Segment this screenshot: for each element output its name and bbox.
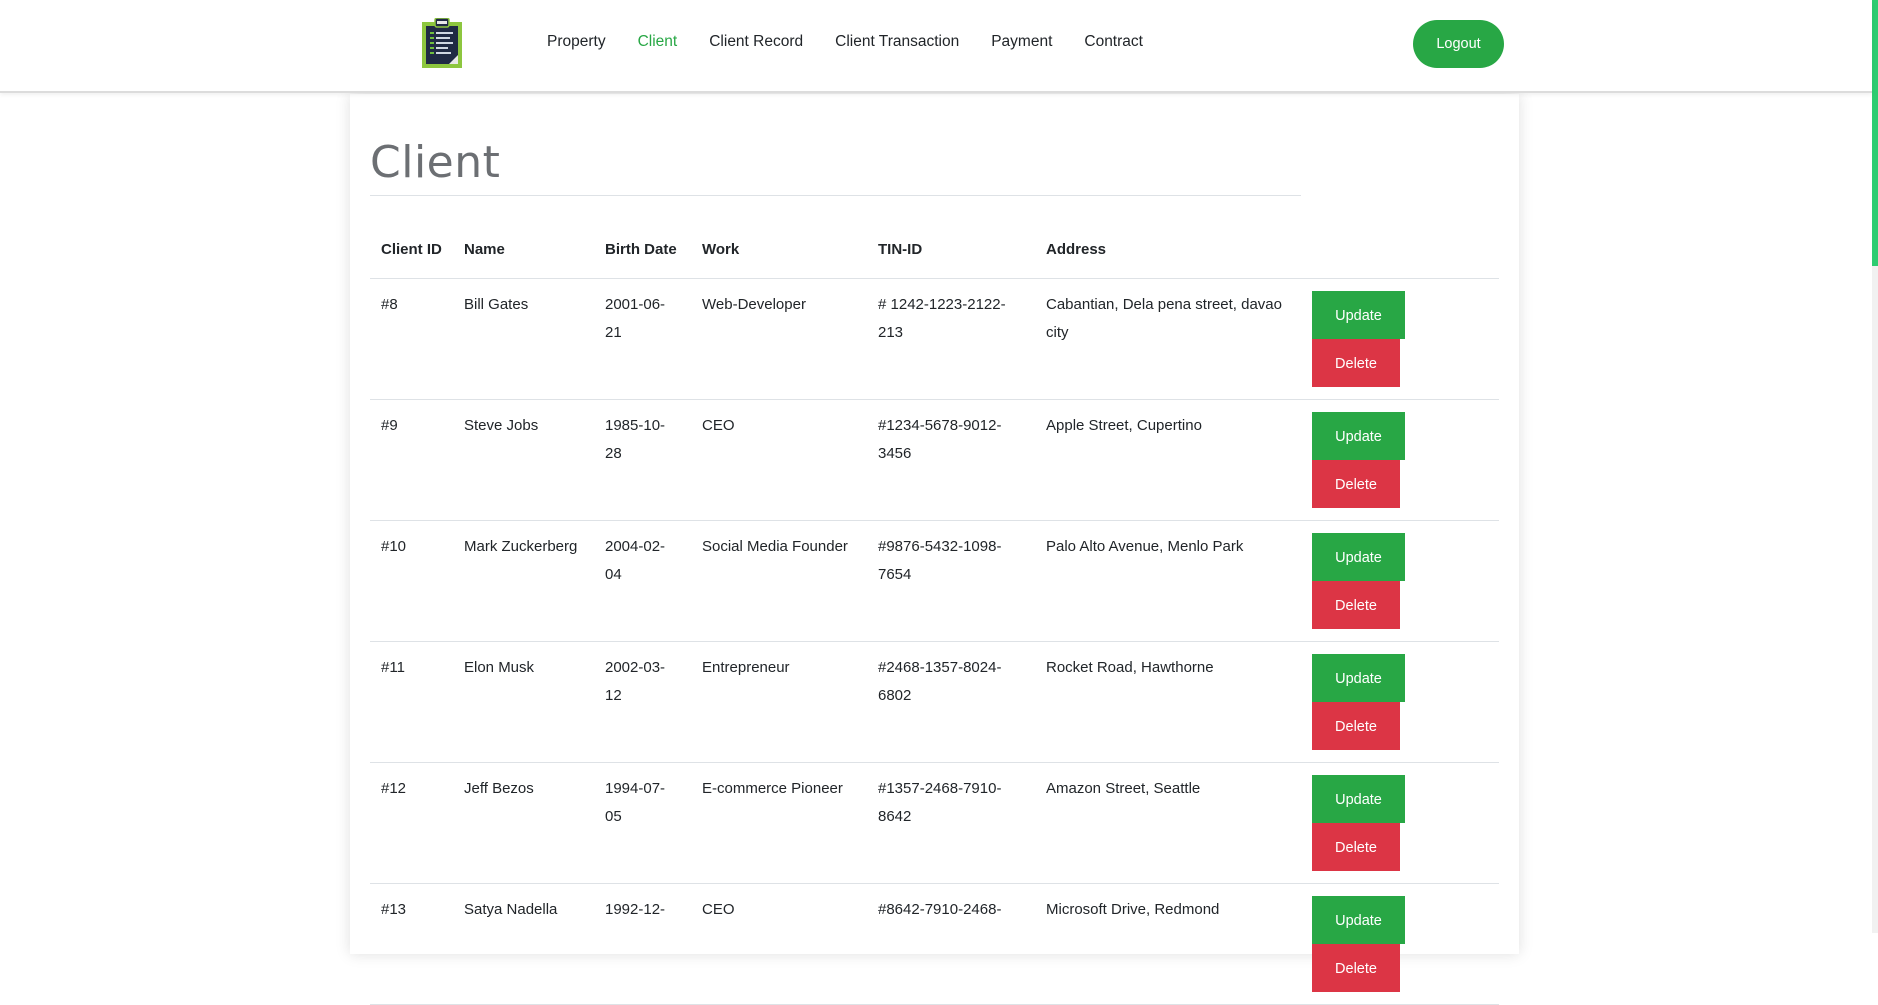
cell-name: Steve Jobs <box>453 399 594 521</box>
cell-actions: Update Delete <box>1301 641 1499 763</box>
delete-button[interactable]: Delete <box>1312 338 1400 387</box>
header-name: Name <box>453 196 594 279</box>
table-row: #11 Elon Musk 2002-03-12 Entrepreneur #2… <box>370 641 1499 763</box>
cell-actions: Update Delete <box>1301 278 1499 400</box>
cell-name: Jeff Bezos <box>453 762 594 884</box>
update-button[interactable]: Update <box>1312 532 1405 581</box>
cell-actions: Update Delete <box>1301 399 1499 521</box>
cell-client-id: #10 <box>370 520 453 642</box>
cell-birth-date: 1985-10-28 <box>594 399 691 521</box>
cell-address: Amazon Street, Seattle <box>1035 762 1301 884</box>
cell-birth-date: 2004-02-04 <box>594 520 691 642</box>
nav-link-property[interactable]: Property <box>547 33 606 51</box>
cell-birth-date: 2002-03-12 <box>594 641 691 763</box>
update-button[interactable]: Update <box>1312 774 1405 823</box>
cell-name: Satya Nadella <box>453 883 594 1005</box>
cell-actions: Update Delete <box>1301 762 1499 884</box>
cell-name: Bill Gates <box>453 278 594 400</box>
cell-work: E-commerce Pioneer <box>691 762 867 884</box>
delete-button[interactable]: Delete <box>1312 459 1400 508</box>
cell-client-id: #11 <box>370 641 453 763</box>
update-button[interactable]: Update <box>1312 290 1405 339</box>
page-scrollbar-thumb[interactable] <box>1872 0 1878 266</box>
nav-link-payment[interactable]: Payment <box>991 33 1052 51</box>
nav-link-client-record[interactable]: Client Record <box>709 33 803 51</box>
header-client-id: Client ID <box>370 196 453 279</box>
top-navbar: Property Client Client Record Client Tra… <box>0 0 1872 93</box>
cell-address: Palo Alto Avenue, Menlo Park <box>1035 520 1301 642</box>
nav-link-client-transaction[interactable]: Client Transaction <box>835 33 959 51</box>
main-navigation: Property Client Client Record Client Tra… <box>547 33 1175 51</box>
table-row: #12 Jeff Bezos 1994-07-05 E-commerce Pio… <box>370 762 1499 884</box>
delete-button[interactable]: Delete <box>1312 580 1400 629</box>
cell-birth-date: 2001-06-21 <box>594 278 691 400</box>
cell-client-id: #13 <box>370 883 453 1005</box>
nav-link-client[interactable]: Client <box>638 33 678 51</box>
delete-button[interactable]: Delete <box>1312 701 1400 750</box>
header-work: Work <box>691 196 867 279</box>
cell-tin-id: #9876-5432-1098-7654 <box>867 520 1035 642</box>
cell-tin-id: # 1242-1223-2122-213 <box>867 278 1035 400</box>
delete-button[interactable]: Delete <box>1312 822 1400 871</box>
cell-client-id: #12 <box>370 762 453 884</box>
header-tin-id: TIN-ID <box>867 196 1035 279</box>
cell-client-id: #8 <box>370 278 453 400</box>
header-actions <box>1301 196 1499 279</box>
cell-address: Microsoft Drive, Redmond <box>1035 883 1301 1005</box>
cell-tin-id: #2468-1357-8024-6802 <box>867 641 1035 763</box>
update-button[interactable]: Update <box>1312 411 1405 460</box>
cell-name: Elon Musk <box>453 641 594 763</box>
client-table: Client ID Name Birth Date Work TIN-ID Ad… <box>370 196 1499 1005</box>
cell-actions: Update Delete <box>1301 520 1499 642</box>
cell-birth-date: 1994-07-05 <box>594 762 691 884</box>
table-row: #9 Steve Jobs 1985-10-28 CEO #1234-5678-… <box>370 399 1499 521</box>
cell-address: Rocket Road, Hawthorne <box>1035 641 1301 763</box>
cell-tin-id: #1234-5678-9012-3456 <box>867 399 1035 521</box>
table-row: #8 Bill Gates 2001-06-21 Web-Developer #… <box>370 278 1499 400</box>
table-row: #13 Satya Nadella 1992-12- CEO #8642-791… <box>370 883 1499 1005</box>
cell-work: Social Media Founder <box>691 520 867 642</box>
page-title: Client <box>370 137 501 188</box>
update-button[interactable]: Update <box>1312 653 1405 702</box>
cell-tin-id: #8642-7910-2468- <box>867 883 1035 1005</box>
table-row: #10 Mark Zuckerberg 2004-02-04 Social Me… <box>370 520 1499 642</box>
cell-actions: Update Delete <box>1301 883 1499 1005</box>
clipboard-icon[interactable] <box>422 18 462 68</box>
header-address: Address <box>1035 196 1301 279</box>
cell-tin-id: #1357-2468-7910-8642 <box>867 762 1035 884</box>
cell-birth-date: 1992-12- <box>594 883 691 1005</box>
logout-button[interactable]: Logout <box>1413 20 1504 68</box>
cell-name: Mark Zuckerberg <box>453 520 594 642</box>
cell-address: Cabantian, Dela pena street, davao city <box>1035 278 1301 400</box>
cell-work: Web-Developer <box>691 278 867 400</box>
client-card: Client Client ID Name Birth Date Work TI… <box>350 94 1519 1005</box>
cell-work: Entrepreneur <box>691 641 867 763</box>
cell-client-id: #9 <box>370 399 453 521</box>
nav-link-contract[interactable]: Contract <box>1084 33 1143 51</box>
table-header-row: Client ID Name Birth Date Work TIN-ID Ad… <box>370 196 1499 279</box>
cell-address: Apple Street, Cupertino <box>1035 399 1301 521</box>
update-button[interactable]: Update <box>1312 895 1405 944</box>
cell-work: CEO <box>691 399 867 521</box>
cell-work: CEO <box>691 883 867 1005</box>
delete-button[interactable]: Delete <box>1312 943 1400 992</box>
header-birth-date: Birth Date <box>594 196 691 279</box>
